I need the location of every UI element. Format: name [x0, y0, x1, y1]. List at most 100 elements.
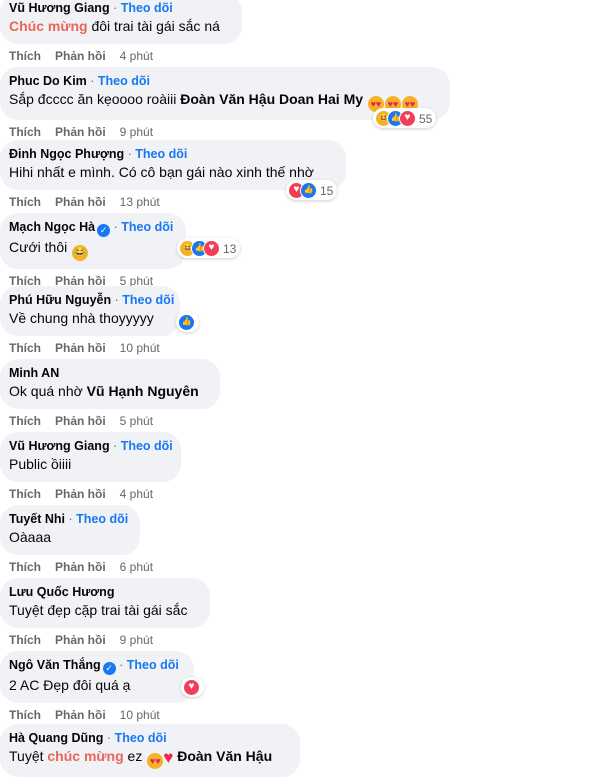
love-reaction-icon: ♥	[183, 679, 200, 697]
text-segment: Ok quá nhờ	[9, 383, 87, 399]
comment: Tuyết Nhi · Theo dõi Oàaaa Thích Phản hồi 6 …	[0, 505, 167, 574]
reaction-summary[interactable]: ♥ 👍 15	[286, 180, 338, 200]
follow-link[interactable]: Theo dõi	[121, 439, 173, 453]
comment: Lưu Quốc Hương Tuyệt đẹp cặp trai tài gái…	[0, 578, 210, 647]
reply-action[interactable]: Phản hồi	[55, 49, 106, 63]
comment: Vũ Hương Giang · Theo dõi Public ồiiii Thí…	[0, 432, 181, 501]
comment-header: Ngô Văn Thắng ✓ · Theo dõi	[9, 657, 182, 675]
commenter-name[interactable]: Vũ Hương Giang	[9, 1, 110, 15]
comment: Ngô Văn Thắng ✓ · Theo dõi 2 AC Đẹp đôi qu…	[0, 651, 204, 722]
follow-link[interactable]: Theo dõi	[121, 220, 173, 234]
separator-dot: ·	[109, 439, 121, 453]
reaction-count: 13	[223, 241, 237, 256]
mention-link[interactable]: Vũ Hạnh Nguyên	[87, 383, 199, 399]
comment-timestamp[interactable]: 13 phút	[120, 195, 160, 209]
mention-link[interactable]: Đoàn Văn Hậu	[180, 91, 275, 107]
follow-link[interactable]: Theo dõi	[98, 74, 150, 88]
comment-text: Tuyệt chúc mừng ez ♥♥ ♥ Đoàn Văn Hậu	[9, 747, 288, 769]
love-reaction-icon: ♥	[399, 110, 416, 128]
comment-bubble: Phuc Do Kim · Theo dõi Sắp đcccc ăn kẹooo…	[0, 67, 450, 128]
reply-action[interactable]: Phản hồi	[55, 414, 106, 428]
reaction-summary[interactable]: 😆 👍 ♥ 13	[177, 238, 241, 258]
comment-text: Ok quá nhờ Vũ Hạnh Nguyên	[9, 382, 208, 401]
comment-timestamp[interactable]: 5 phút	[120, 414, 153, 428]
comment-text: Oàaaa	[9, 528, 128, 547]
mention-link[interactable]: Doan Hai My	[279, 91, 363, 107]
follow-link[interactable]: Theo dõi	[135, 147, 187, 161]
mention-link[interactable]: Đoàn Văn Hậu	[177, 748, 272, 764]
commenter-name[interactable]: Đinh Ngọc Phượng	[9, 147, 124, 161]
reply-action[interactable]: Phản hồi	[55, 487, 106, 501]
like-action[interactable]: Thích	[9, 125, 41, 139]
reply-action[interactable]: Phản hồi	[55, 708, 106, 722]
reaction-summary[interactable]: 😆 👍 ♥ 55	[373, 108, 437, 128]
comment-bubble: Đinh Ngọc Phượng · Theo dõi Hihi nhất e m…	[0, 140, 346, 200]
commenter-name[interactable]: Tuyết Nhi	[9, 512, 65, 526]
comment-header: Hà Quang Dũng · Theo dõi	[9, 730, 288, 746]
comment-bubble: Hà Quang Dũng · Theo dõi Tuyệt chúc mừng …	[0, 724, 300, 777]
like-action[interactable]: Thích	[9, 708, 41, 722]
comments-list: Vũ Hương Giang · Theo dõi Chúc mừng đôi t…	[0, 0, 602, 777]
comment-text: Chúc mừng đôi trai tài gái sắc ná	[9, 17, 230, 36]
commenter-name[interactable]: Vũ Hương Giang	[9, 439, 110, 453]
comment-timestamp[interactable]: 6 phút	[120, 560, 153, 574]
reaction-summary[interactable]: ♥	[181, 677, 204, 697]
reply-action[interactable]: Phản hồi	[55, 341, 106, 355]
like-action[interactable]: Thích	[9, 633, 41, 647]
commenter-name[interactable]: Phú Hữu Nguyễn	[9, 293, 111, 307]
text-segment: ez	[123, 748, 147, 764]
follow-link[interactable]: Theo dõi	[127, 658, 179, 672]
comment-timestamp[interactable]: 10 phút	[120, 708, 160, 722]
separator-dot: ·	[124, 147, 136, 161]
follow-link[interactable]: Theo dõi	[115, 731, 167, 745]
laughing-emoji: 😂	[72, 245, 89, 261]
comment-text: Về chung nhà thoyyyyy	[9, 309, 168, 328]
like-action[interactable]: Thích	[9, 49, 41, 63]
comment-bubble: Minh AN Ok quá nhờ Vũ Hạnh Nguyên	[0, 359, 220, 409]
comment-header: Lưu Quốc Hương	[9, 584, 198, 600]
highlighted-phrase[interactable]: chúc mừng	[47, 748, 123, 764]
comment-header: Mạch Ngọc Hà ✓ · Theo dõi	[9, 219, 174, 237]
like-action[interactable]: Thích	[9, 341, 41, 355]
comment-actions: Thích Phản hồi 10 phút	[0, 341, 180, 355]
comment-header: Đinh Ngọc Phượng · Theo dõi	[9, 146, 334, 162]
separator-dot: ·	[86, 74, 98, 88]
reaction-summary[interactable]: 👍	[176, 312, 199, 332]
commenter-name[interactable]: Ngô Văn Thắng	[9, 658, 101, 672]
comment: Mạch Ngọc Hà ✓ · Theo dõi Cưới thôi 😂 😆 👍 ♥ 13…	[0, 213, 241, 288]
like-action[interactable]: Thích	[9, 560, 41, 574]
reply-action[interactable]: Phản hồi	[55, 633, 106, 647]
follow-link[interactable]: Theo dõi	[122, 293, 174, 307]
separator-dot: ·	[103, 731, 115, 745]
reply-action[interactable]: Phản hồi	[55, 125, 106, 139]
comment-text: Cưới thôi 😂	[9, 238, 174, 261]
follow-link[interactable]: Theo dõi	[121, 1, 173, 15]
comment-timestamp[interactable]: 4 phút	[120, 487, 153, 501]
like-action[interactable]: Thích	[9, 487, 41, 501]
commenter-name[interactable]: Minh AN	[9, 366, 59, 380]
comment-bubble: Phú Hữu Nguyễn · Theo dõi Về chung nhà th…	[0, 286, 199, 336]
comment-text: 2 AC Đẹp đôi quá ạ	[9, 676, 182, 695]
comment-timestamp[interactable]: 10 phút	[120, 341, 160, 355]
follow-link[interactable]: Theo dõi	[76, 512, 128, 526]
comment-timestamp[interactable]: 9 phút	[120, 633, 153, 647]
commenter-name[interactable]: Hà Quang Dũng	[9, 731, 103, 745]
reply-action[interactable]: Phản hồi	[55, 195, 106, 209]
commenter-name[interactable]: Phuc Do Kim	[9, 74, 87, 88]
reply-action[interactable]: Phản hồi	[55, 560, 106, 574]
like-action[interactable]: Thích	[9, 195, 41, 209]
separator-dot: ·	[111, 293, 123, 307]
comment-timestamp[interactable]: 9 phút	[120, 125, 153, 139]
comment-bubble: Ngô Văn Thắng ✓ · Theo dõi 2 AC Đẹp đôi qu…	[0, 651, 204, 703]
comment-header: Minh AN	[9, 365, 208, 381]
separator-dot: ·	[115, 658, 127, 672]
comment-bubble: Tuyết Nhi · Theo dõi Oàaaa	[0, 505, 140, 555]
comment-text: Hihi nhất e mình. Có cô bạn gái nào xinh…	[9, 163, 334, 182]
like-action[interactable]: Thích	[9, 414, 41, 428]
text-segment	[363, 91, 367, 107]
commenter-name[interactable]: Lưu Quốc Hương	[9, 585, 114, 599]
comment-actions: Thích Phản hồi 9 phút	[0, 633, 210, 647]
commenter-name[interactable]: Mạch Ngọc Hà	[9, 220, 95, 234]
highlighted-phrase[interactable]: Chúc mừng	[9, 18, 88, 34]
comment-timestamp[interactable]: 4 phút	[120, 49, 153, 63]
